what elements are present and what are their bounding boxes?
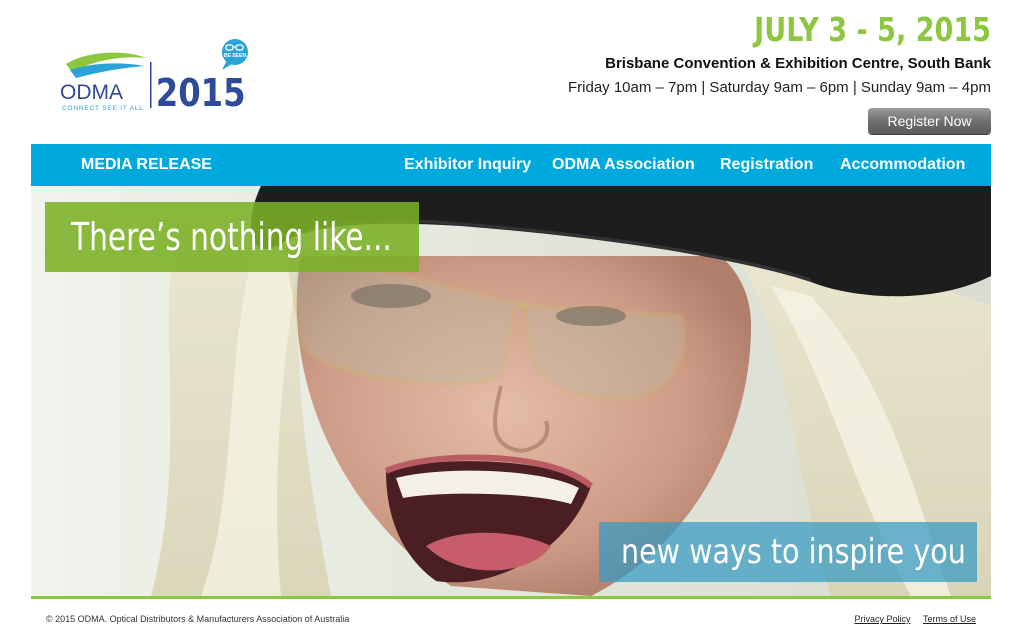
privacy-policy-link[interactable]: Privacy Policy xyxy=(854,614,910,624)
odma-2015-logo[interactable]: ODMA CONNECT SEE IT ALL 2015 BE SEEN xyxy=(58,38,258,114)
footer-links: Privacy Policy Terms of Use xyxy=(844,614,976,624)
nav-item-exhibitor-inquiry[interactable]: Exhibitor Inquiry xyxy=(404,144,531,186)
event-venue: Brisbane Convention & Exhibition Centre,… xyxy=(605,55,991,72)
be-seen-badge xyxy=(222,39,248,65)
footer-divider xyxy=(31,596,991,599)
hero-banner[interactable]: There’s nothing like... new ways to insp… xyxy=(31,186,991,596)
event-hours: Friday 10am – 7pm | Saturday 9am – 6pm |… xyxy=(567,79,991,96)
nav-item-media-release[interactable]: MEDIA RELEASE xyxy=(81,144,212,186)
badge-text: BE SEEN xyxy=(224,53,246,59)
logo-year: 2015 xyxy=(156,72,246,114)
main-nav: MEDIA RELEASE Exhibitor Inquiry ODMA Ass… xyxy=(31,144,991,186)
terms-of-use-link[interactable]: Terms of Use xyxy=(923,614,976,624)
hero-tagline-box: new ways to inspire you xyxy=(599,522,977,582)
hero-headline-box: There’s nothing like... xyxy=(45,202,419,272)
nav-item-odma-association[interactable]: ODMA Association xyxy=(552,144,695,186)
event-info: JULY 3 - 5, 2015 Brisbane Convention & E… xyxy=(568,10,991,98)
copyright-text: © 2015 ODMA. Optical Distributors & Manu… xyxy=(46,614,350,624)
register-now-button[interactable]: Register Now xyxy=(868,108,991,134)
hero-tagline: new ways to inspire you xyxy=(621,532,966,572)
logo-tagline: CONNECT SEE IT ALL xyxy=(62,105,144,112)
logo-divider xyxy=(150,62,152,108)
nav-item-accommodation[interactable]: Accommodation xyxy=(840,144,965,186)
nav-item-registration[interactable]: Registration xyxy=(720,144,813,186)
event-date: JULY 3 - 5, 2015 xyxy=(754,10,991,49)
hero-headline: There’s nothing like... xyxy=(71,215,392,259)
logo-wordmark: ODMA xyxy=(60,81,123,104)
